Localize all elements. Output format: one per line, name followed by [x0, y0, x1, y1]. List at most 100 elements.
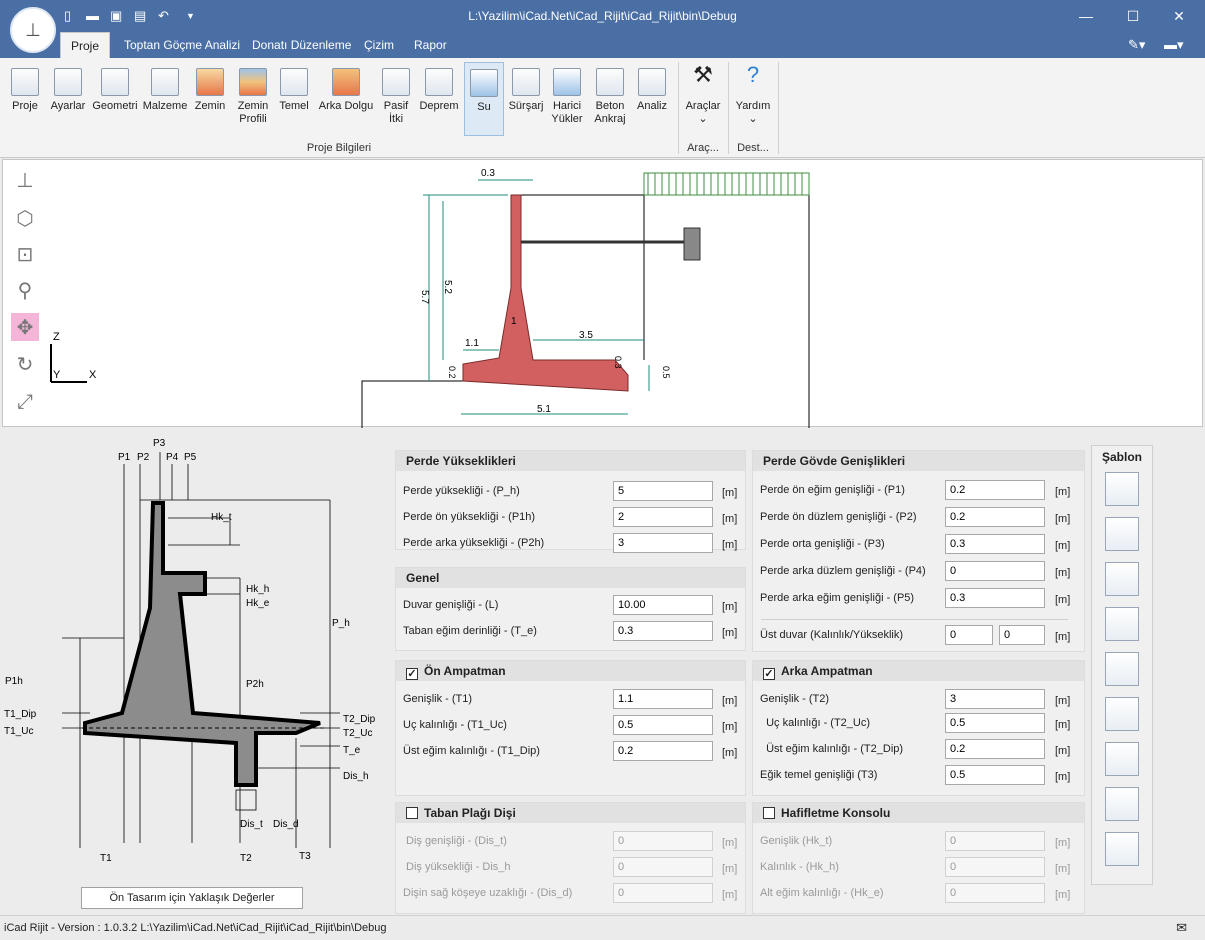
help-icon: ?	[746, 62, 760, 87]
chevron-down-icon: ⌄	[748, 113, 758, 125]
ribbon-su-button[interactable]: Su	[464, 62, 504, 136]
template-7-button[interactable]	[1105, 742, 1139, 776]
template-5-button[interactable]	[1105, 652, 1139, 686]
ribbon-analiz-button[interactable]: Analiz	[634, 62, 670, 136]
taban-plagi-checkbox[interactable]	[406, 807, 418, 819]
ust-duvar-thickness-input[interactable]: 0	[945, 625, 993, 645]
p4-input[interactable]: 0	[945, 561, 1045, 581]
passive-thrust-icon	[382, 68, 410, 96]
preset-values-button[interactable]: Ön Tasarım için Yaklaşık Değerler	[81, 887, 303, 909]
ribbon-sursarj-button[interactable]: Sürşarj	[508, 62, 544, 136]
t-e-input[interactable]: 0.3	[613, 621, 713, 641]
ribbon-deprem-button[interactable]: Deprem	[418, 62, 460, 136]
mail-icon[interactable]: ✉	[1176, 916, 1187, 940]
divider	[761, 619, 1068, 620]
dim-label: 5.2	[442, 280, 453, 294]
field-label: Uç kalınlığı - (T1_Uc)	[403, 719, 507, 731]
panel-title: ✓ Arka Ampatman	[753, 661, 1084, 681]
field-row: Duvar genişliği - (L) 10.00 [m]	[396, 595, 745, 621]
panel-title-text: Hafifletme Konsolu	[781, 806, 891, 820]
hk-e-input[interactable]: 0	[945, 883, 1045, 903]
p2-input[interactable]: 0.2	[945, 507, 1045, 527]
dis-t-input[interactable]: 0	[613, 831, 713, 851]
dim-label: 1	[511, 316, 517, 327]
group-label-araclar: Araç...	[687, 142, 719, 154]
template-3-button[interactable]	[1105, 562, 1139, 596]
ribbon-pasif-itki-button[interactable]: Pasif İtki	[378, 62, 414, 136]
maximize-button[interactable]: ☐	[1118, 6, 1148, 26]
tab-cizim[interactable]: Çizim	[354, 32, 404, 58]
tab-donati[interactable]: Donatı Düzenleme	[242, 32, 361, 58]
t1-dip-input[interactable]: 0.2	[613, 741, 713, 761]
unit-label: [m]	[722, 627, 738, 639]
unit-label: [m]	[722, 721, 738, 733]
layout-icon[interactable]: ▬▾	[1164, 37, 1184, 53]
panel-on-ampatman: ✓ Ön Ampatman Genişlik - (T1) 1.1 [m] Uç ka…	[395, 660, 746, 796]
dis-d-input[interactable]: 0	[613, 883, 713, 903]
p1h-input[interactable]: 2	[613, 507, 713, 527]
ribbon-yardim-button[interactable]: ? Yardım ⌄	[732, 62, 774, 136]
p3-input[interactable]: 0.3	[945, 534, 1045, 554]
p-h-input[interactable]: 5	[613, 481, 713, 501]
field-label: Perde arka düzlem genişliği - (P4)	[760, 565, 926, 577]
hk-h-input[interactable]: 0	[945, 857, 1045, 877]
tab-rapor[interactable]: Rapor	[404, 32, 457, 58]
unit-label: [m]	[1055, 540, 1071, 552]
ust-duvar-height-input[interactable]: 0	[999, 625, 1045, 645]
t1-input[interactable]: 1.1	[613, 689, 713, 709]
l-input[interactable]: 10.00	[613, 595, 713, 615]
p1-input[interactable]: 0.2	[945, 480, 1045, 500]
template-2-button[interactable]	[1105, 517, 1139, 551]
ribbon-arka-dolgu-button[interactable]: Arka Dolgu	[318, 62, 374, 136]
arka-ampatman-checkbox[interactable]: ✓	[763, 668, 775, 680]
dis-h-input[interactable]: 0	[613, 857, 713, 877]
close-button[interactable]: ✕	[1164, 6, 1194, 26]
field-label: Dişin sağ köşeye uzaklığı - (Dis_d)	[403, 887, 573, 899]
unit-label: [m]	[722, 889, 738, 901]
p5-input[interactable]: 0.3	[945, 588, 1045, 608]
t2-dip-input[interactable]: 0.2	[945, 739, 1045, 759]
axis-x-label: X	[89, 369, 97, 381]
ribbon-geometri-button[interactable]: Geometri	[92, 62, 138, 136]
field-row: Perde ön eğim genişliği - (P1) 0.2 [m]	[753, 480, 1084, 506]
diagram-label: P2	[137, 452, 150, 463]
title-bar: ⊥ ▯ ▬ ▣ ▤ ↶ ▼ L:\Yazilim\iCad.Net\iCad_R…	[0, 0, 1205, 58]
ribbon-araclar-button[interactable]: ⚒ Araçlar ⌄	[682, 62, 724, 136]
project-icon	[11, 68, 39, 96]
template-6-button[interactable]	[1105, 697, 1139, 731]
hk-t-input[interactable]: 0	[945, 831, 1045, 851]
drawing-canvas[interactable]: ⊥ ⬡ ⊡ ⚲ ✥ ↻ ⤢ Z Y X 0.3 5.7 5.2 1.1 1 3.…	[2, 159, 1203, 428]
template-4-button[interactable]	[1105, 607, 1139, 641]
ribbon-proje-button[interactable]: Proje	[8, 62, 42, 136]
ribbon-beton-ankraj-button[interactable]: Beton Ankraj	[590, 62, 630, 136]
t2-input[interactable]: 3	[945, 689, 1045, 709]
field-row: Eğik temel genişliği (T3) 0.5 [m]	[753, 765, 1084, 791]
dim-label: 3.5	[579, 330, 593, 341]
field-row: Perde arka eğim genişliği - (P5) 0.3 [m]	[753, 588, 1084, 614]
minimize-button[interactable]: —	[1071, 6, 1101, 26]
ribbon-malzeme-button[interactable]: Malzeme	[142, 62, 188, 136]
input-area: P1 P2 P3 P4 P5 Hk_t Hk_h Hk_e P_h P1h P2…	[0, 428, 1205, 915]
hafifletme-checkbox[interactable]	[763, 807, 775, 819]
template-9-button[interactable]	[1105, 832, 1139, 866]
t1-uc-input[interactable]: 0.5	[613, 715, 713, 735]
field-row: Alt eğim kalınlığı - (Hk_e) 0 [m]	[753, 883, 1084, 909]
dim-label: 0.2	[447, 366, 457, 379]
unit-label: [m]	[1055, 631, 1071, 643]
ribbon-temel-button[interactable]: Temel	[276, 62, 312, 136]
theme-icon[interactable]: ✎▾	[1128, 37, 1145, 53]
tab-toptan-gocme[interactable]: Toptan Göçme Analizi	[114, 32, 250, 58]
template-8-button[interactable]	[1105, 787, 1139, 821]
tab-proje[interactable]: Proje	[60, 32, 111, 58]
t2-uc-input[interactable]: 0.5	[945, 713, 1045, 733]
ribbon-harici-yukler-button[interactable]: Harici Yükler	[548, 62, 586, 136]
ribbon-ayarlar-button[interactable]: Ayarlar	[48, 62, 88, 136]
ribbon-zemin-button[interactable]: Zemin	[192, 62, 228, 136]
template-1-button[interactable]	[1105, 472, 1139, 506]
soil-profile-icon	[239, 68, 267, 96]
t3-input[interactable]: 0.5	[945, 765, 1045, 785]
ribbon-zemin-profili-button[interactable]: Zemin Profili	[234, 62, 272, 136]
field-row: Kalınlık - (Hk_h) 0 [m]	[753, 857, 1084, 883]
p2h-input[interactable]: 3	[613, 533, 713, 553]
on-ampatman-checkbox[interactable]: ✓	[406, 668, 418, 680]
